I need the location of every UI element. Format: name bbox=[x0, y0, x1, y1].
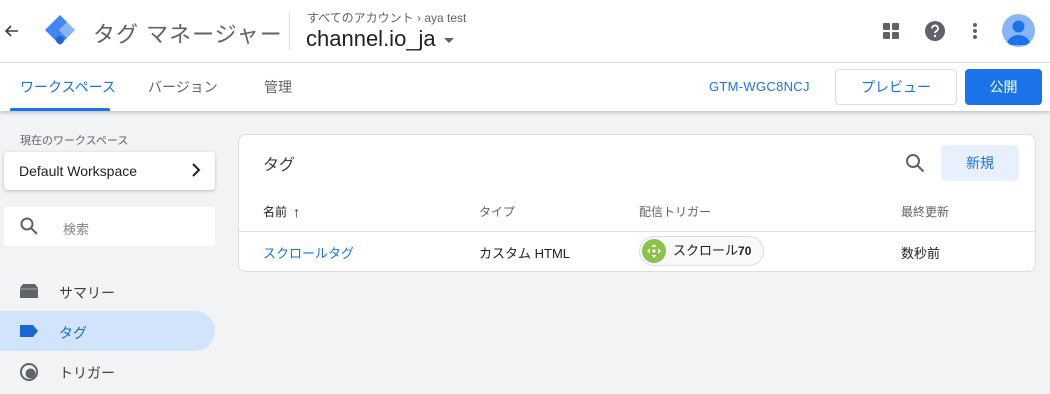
summary-icon bbox=[19, 282, 39, 300]
sidebar-item-label: サマリー bbox=[59, 285, 115, 301]
product-name: タグ マネージャー bbox=[93, 22, 283, 47]
search-icon[interactable] bbox=[905, 153, 925, 178]
tags-card: タグ 新規 名前 ↑ タイプ 配信トリガー 最終更新 スクロールタグ カスタム … bbox=[238, 134, 1036, 272]
column-header-name[interactable]: 名前 ↑ bbox=[263, 203, 300, 220]
new-tag-button[interactable]: 新規 bbox=[941, 145, 1019, 181]
sidebar-item-label: タグ bbox=[59, 325, 87, 341]
tab-bar: ワークスペース バージョン 管理 GTM-WGC8NCJ プレビュー 公開 bbox=[0, 63, 1050, 111]
preview-button[interactable]: プレビュー bbox=[835, 69, 957, 105]
account-breadcrumb[interactable]: すべてのアカウント › aya test bbox=[307, 9, 466, 26]
apps-grid-icon[interactable] bbox=[878, 18, 904, 44]
app-header: タグ マネージャー すべてのアカウント › aya test channel.i… bbox=[0, 0, 1050, 63]
tag-type: カスタム HTML bbox=[479, 246, 571, 261]
search-placeholder: 検索 bbox=[63, 222, 90, 237]
dropdown-caret-icon bbox=[443, 37, 454, 43]
scroll-trigger-icon bbox=[642, 239, 666, 263]
sidebar-item-tags[interactable]: タグ bbox=[0, 311, 215, 351]
sidebar-item-triggers[interactable]: トリガー bbox=[0, 351, 215, 391]
trigger-chip[interactable]: スクロール70 bbox=[639, 236, 765, 266]
current-workspace-label: 現在のワークスペース bbox=[20, 135, 129, 147]
container-name: channel.io_ja bbox=[306, 26, 436, 51]
column-header-triggers[interactable]: 配信トリガー bbox=[639, 203, 711, 220]
publish-button[interactable]: 公開 bbox=[965, 69, 1042, 105]
tab-workspace[interactable]: ワークスペース bbox=[20, 63, 116, 111]
container-selector[interactable]: channel.io_ja bbox=[306, 26, 454, 52]
header-divider bbox=[289, 12, 290, 50]
header-divider bbox=[239, 231, 1035, 232]
tab-admin[interactable]: 管理 bbox=[264, 63, 292, 111]
column-label: 名前 bbox=[263, 205, 288, 219]
container-id-link[interactable]: GTM-WGC8NCJ bbox=[709, 79, 810, 94]
tab-versions[interactable]: バージョン bbox=[148, 63, 218, 111]
chevron-right-icon bbox=[191, 163, 201, 180]
sort-arrow-icon: ↑ bbox=[293, 203, 301, 220]
more-vert-icon[interactable] bbox=[962, 18, 988, 44]
trigger-icon bbox=[19, 362, 39, 381]
column-header-last-edited[interactable]: 最終更新 bbox=[901, 203, 949, 220]
tag-icon bbox=[19, 322, 39, 340]
workspace-selector[interactable]: Default Workspace bbox=[4, 152, 215, 190]
card-title: タグ bbox=[263, 157, 296, 174]
search-icon bbox=[20, 217, 38, 240]
workspace-name: Default Workspace bbox=[19, 163, 138, 179]
back-arrow-icon[interactable] bbox=[2, 20, 22, 42]
active-tab-indicator bbox=[10, 108, 110, 111]
tag-name-link[interactable]: スクロールタグ bbox=[263, 243, 354, 262]
sidebar-item-label: トリガー bbox=[59, 365, 115, 381]
trigger-suffix: 70 bbox=[738, 244, 752, 258]
trigger-name: スクロール bbox=[673, 243, 739, 258]
sidebar-search-input[interactable]: 検索 bbox=[4, 207, 215, 246]
last-edited: 数秒前 bbox=[901, 246, 941, 261]
help-icon[interactable] bbox=[922, 18, 948, 44]
gtm-logo bbox=[44, 14, 76, 48]
account-avatar[interactable] bbox=[1002, 14, 1035, 47]
sidebar-item-summary[interactable]: サマリー bbox=[0, 271, 215, 311]
column-header-type[interactable]: タイプ bbox=[479, 203, 515, 220]
